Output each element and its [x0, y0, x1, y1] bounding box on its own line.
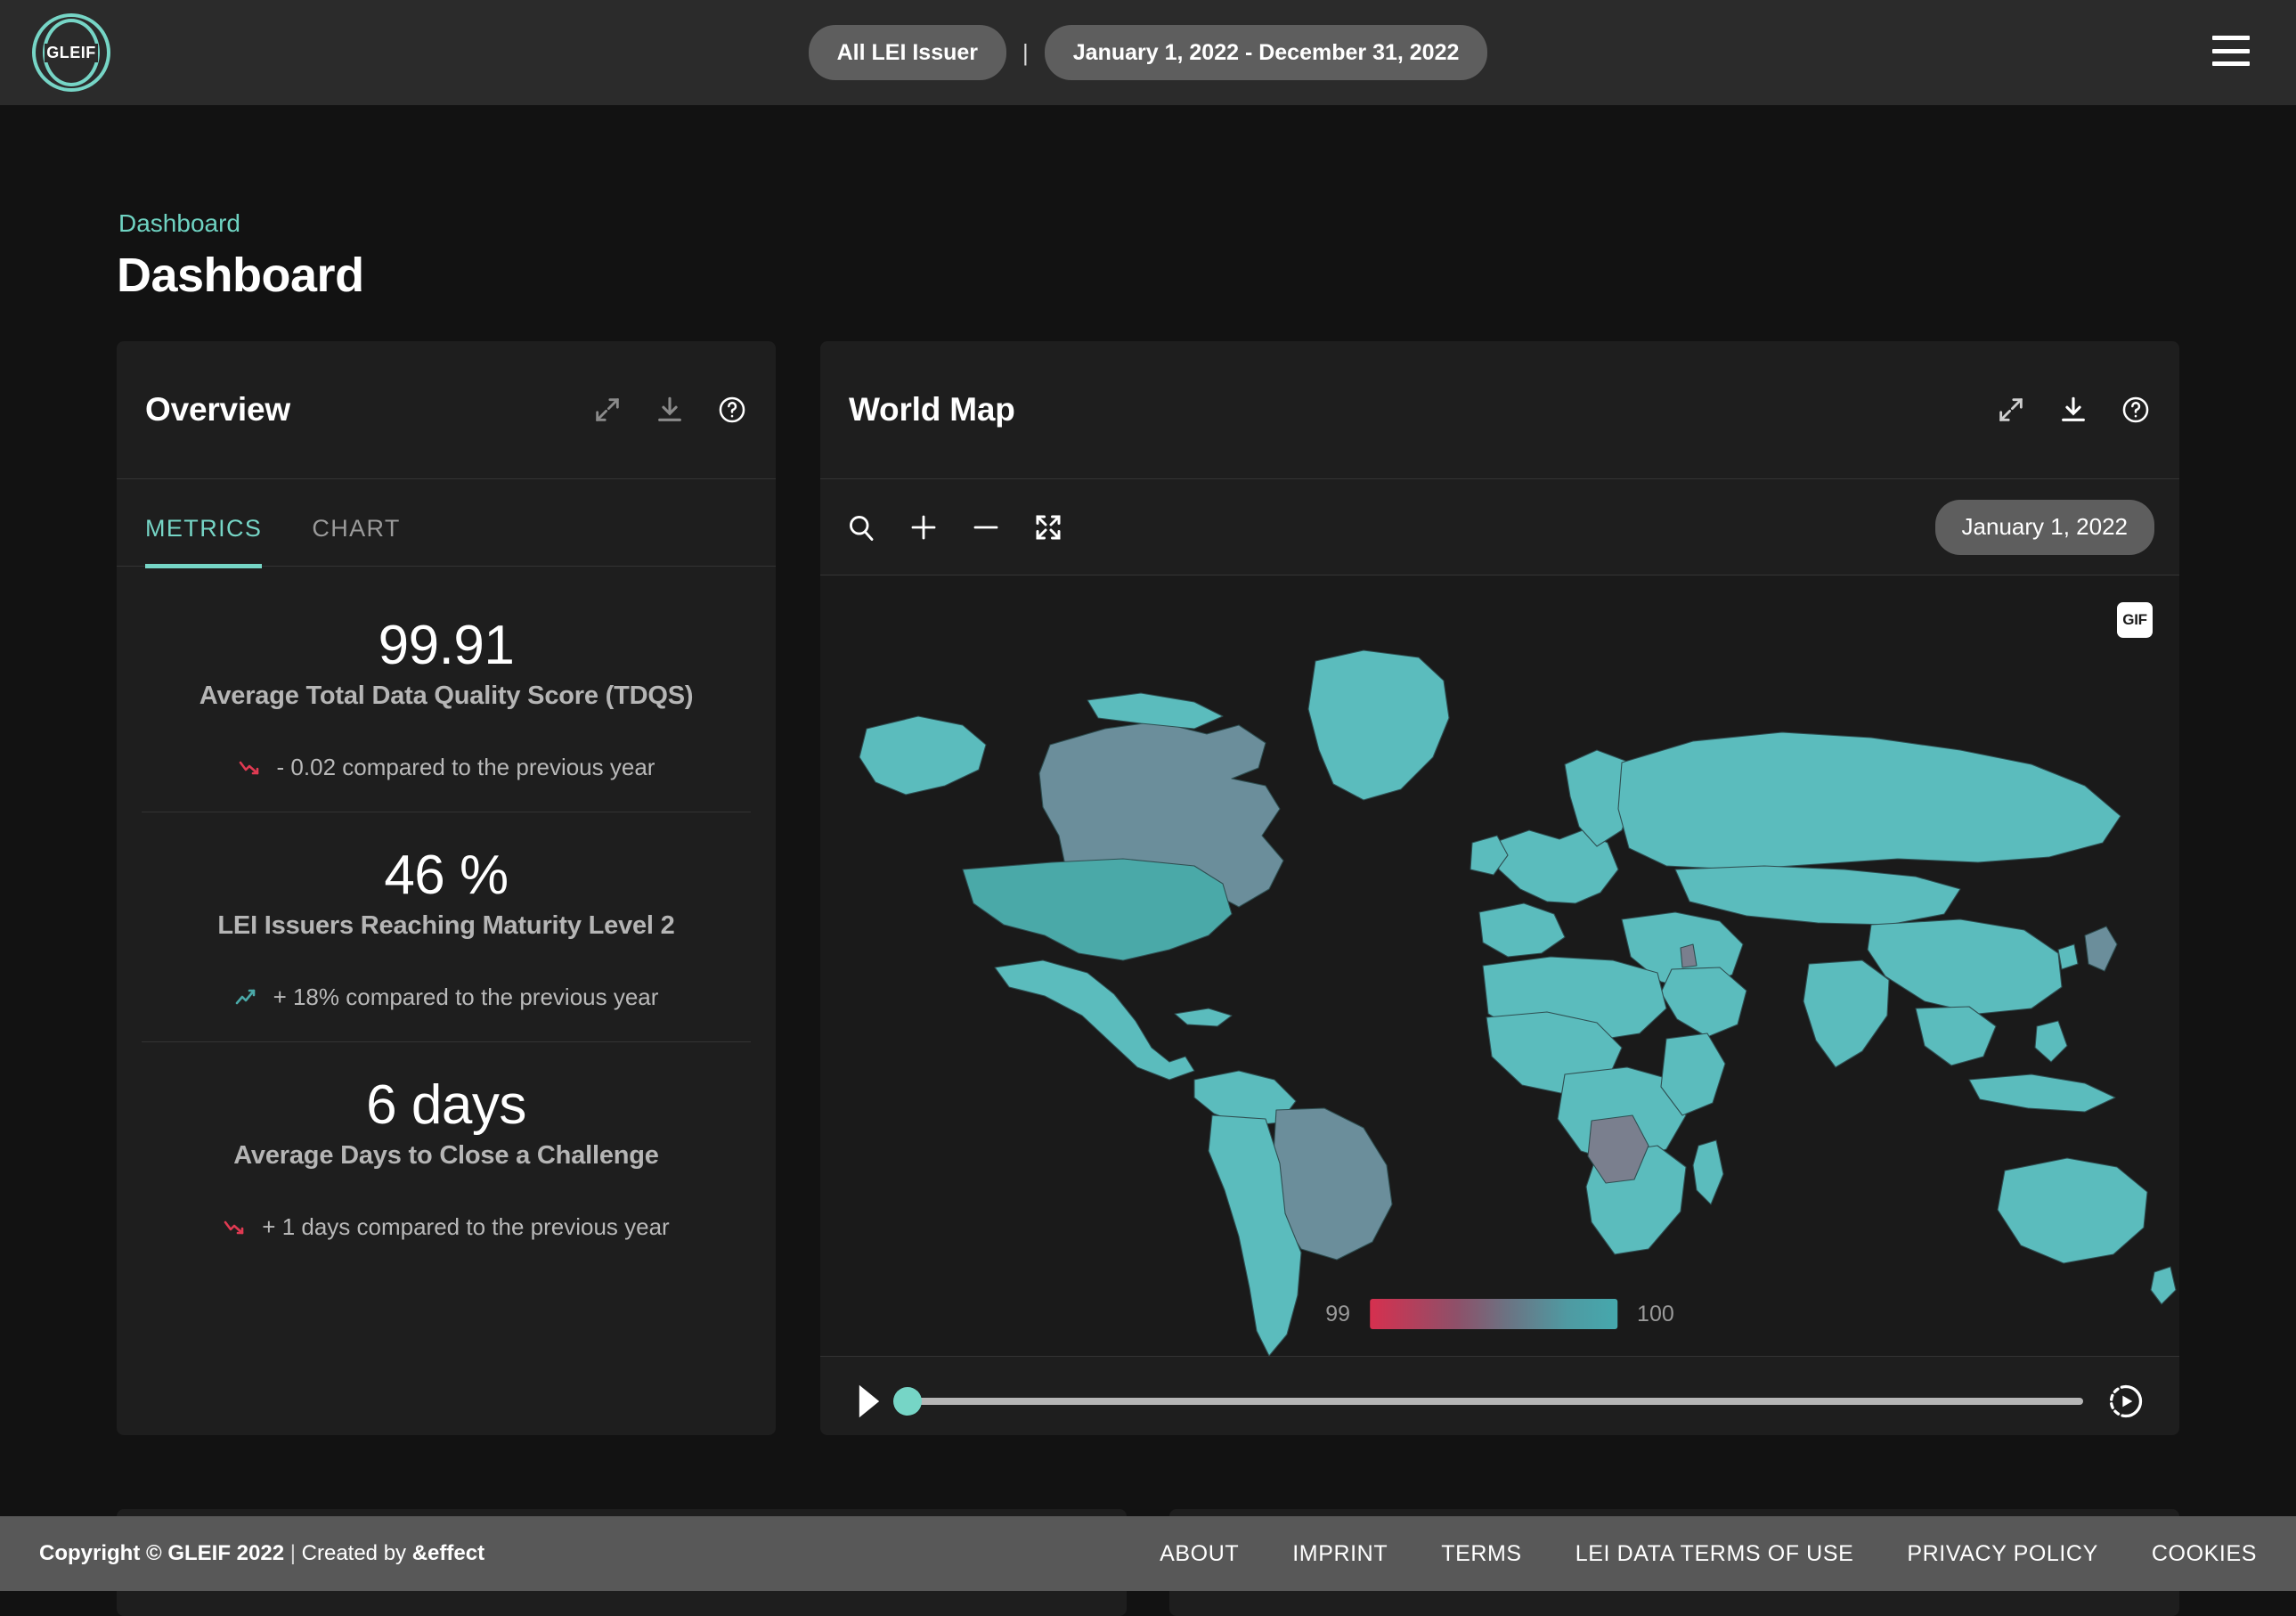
- metric-maturity-level-2: 46 % LEI Issuers Reaching Maturity Level…: [142, 812, 751, 1041]
- map-legend: 99 100: [1325, 1299, 1674, 1329]
- map-toolbar: January 1, 2022: [820, 479, 2179, 575]
- map-timeline-player: [820, 1356, 2179, 1435]
- overview-card-header: Overview: [117, 341, 776, 479]
- metric-value: 99.91: [152, 616, 740, 674]
- legend-min-label: 99: [1325, 1302, 1350, 1327]
- overview-tabs: METRICS CHART: [117, 479, 776, 567]
- legend-max-label: 100: [1637, 1302, 1674, 1327]
- overview-metrics-list: 99.91 Average Total Data Quality Score (…: [117, 567, 776, 1271]
- map-date-pill[interactable]: January 1, 2022: [1935, 500, 2154, 555]
- timeline-slider-handle[interactable]: [893, 1387, 922, 1416]
- world-map-choropleth[interactable]: [820, 575, 2179, 1356]
- country-madagascar: [1693, 1140, 1723, 1204]
- world-map-card-header: World Map: [820, 341, 2179, 479]
- country-canada-islands: [1087, 693, 1223, 729]
- metric-delta: + 18% compared to the previous year: [152, 983, 740, 1011]
- download-icon[interactable]: [2058, 395, 2088, 425]
- footer-link-lei-data-terms[interactable]: LEI DATA TERMS OF USE: [1575, 1541, 1854, 1567]
- region-southeast-asia: [1916, 1007, 1996, 1065]
- trend-down-icon: [223, 1217, 249, 1238]
- region-caribbean: [1175, 1008, 1232, 1026]
- tab-chart[interactable]: CHART: [312, 515, 401, 568]
- country-japan: [2085, 926, 2117, 971]
- country-mexico: [995, 960, 1194, 1080]
- overview-card: Overview METRICS CHART 99.91 Average Tot…: [117, 341, 776, 1435]
- overview-header-actions: [592, 395, 747, 425]
- playback-speed-icon[interactable]: [2106, 1382, 2145, 1421]
- tab-metrics[interactable]: METRICS: [145, 515, 262, 568]
- country-greenland: [1308, 650, 1449, 800]
- country-iberia-france: [1479, 903, 1565, 957]
- timeline-slider[interactable]: [908, 1398, 2083, 1405]
- help-icon[interactable]: [2121, 395, 2151, 425]
- region-korea: [2058, 944, 2078, 969]
- play-icon[interactable]: [854, 1383, 884, 1420]
- country-saudi-arabia: [1661, 967, 1746, 1037]
- country-russia: [1618, 732, 2121, 869]
- metric-delta-text: + 1 days compared to the previous year: [262, 1213, 669, 1241]
- footer-link-about[interactable]: ABOUT: [1160, 1541, 1239, 1567]
- zoom-in-icon[interactable]: [908, 511, 940, 543]
- country-australia: [1998, 1158, 2147, 1263]
- metric-value: 6 days: [152, 1076, 740, 1134]
- country-china: [1868, 919, 2062, 1014]
- overview-title: Overview: [145, 391, 592, 428]
- metric-tdqs: 99.91 Average Total Data Quality Score (…: [117, 583, 776, 812]
- search-icon[interactable]: [845, 511, 877, 543]
- help-icon[interactable]: [717, 395, 747, 425]
- expand-icon[interactable]: [1996, 395, 2026, 425]
- footer-links: ABOUT IMPRINT TERMS LEI DATA TERMS OF US…: [1160, 1541, 2257, 1567]
- footer-link-cookies[interactable]: COOKIES: [2152, 1541, 2257, 1567]
- footer-brand[interactable]: &effect: [412, 1541, 484, 1565]
- breadcrumb[interactable]: Dashboard: [118, 209, 240, 238]
- top-filters: All LEI Issuer | January 1, 2022 - Decem…: [0, 0, 2296, 105]
- metric-label: LEI Issuers Reaching Maturity Level 2: [152, 911, 740, 941]
- world-map-canvas[interactable]: GIF: [820, 575, 2179, 1356]
- hamburger-menu-icon[interactable]: [2212, 36, 2250, 66]
- date-range-button[interactable]: January 1, 2022 - December 31, 2022: [1045, 25, 1488, 80]
- top-navigation-bar: GLEIF All LEI Issuer | January 1, 2022 -…: [0, 0, 2296, 105]
- metric-label: Average Total Data Quality Score (TDQS): [152, 681, 740, 711]
- filter-separator: |: [1022, 39, 1029, 67]
- expand-icon[interactable]: [592, 395, 623, 425]
- issuer-filter-button[interactable]: All LEI Issuer: [809, 25, 1006, 80]
- world-map-title: World Map: [849, 391, 1996, 428]
- page-footer: Copyright © GLEIF 2022 | Created by &eff…: [0, 1516, 2296, 1591]
- metric-delta: + 1 days compared to the previous year: [152, 1213, 740, 1241]
- world-map-card: World Map: [820, 341, 2179, 1435]
- metric-days-to-close-challenge: 6 days Average Days to Close a Challenge…: [142, 1041, 751, 1271]
- footer-copyright-credit: Created by: [302, 1541, 412, 1565]
- footer-link-privacy-policy[interactable]: PRIVACY POLICY: [1907, 1541, 2098, 1567]
- world-map-header-actions: [1996, 395, 2151, 425]
- download-icon[interactable]: [655, 395, 685, 425]
- footer-copyright-separator: |: [284, 1541, 302, 1565]
- country-new-zealand: [2151, 1267, 2176, 1304]
- country-philippines: [2035, 1021, 2067, 1062]
- logo-text: GLEIF: [45, 44, 98, 62]
- metric-delta-text: - 0.02 compared to the previous year: [277, 754, 655, 781]
- trend-up-icon: [234, 987, 261, 1008]
- legend-gradient-bar: [1370, 1299, 1617, 1329]
- region-central-asia: [1675, 866, 1960, 925]
- zoom-out-icon[interactable]: [970, 511, 1002, 543]
- metric-value: 46 %: [152, 846, 740, 904]
- metric-label: Average Days to Close a Challenge: [152, 1141, 740, 1171]
- country-india: [1803, 960, 1889, 1067]
- region-indonesia: [1969, 1074, 2115, 1112]
- metric-delta: - 0.02 compared to the previous year: [152, 754, 740, 781]
- footer-copyright-bold: Copyright © GLEIF 2022: [39, 1541, 284, 1565]
- metric-delta-text: + 18% compared to the previous year: [273, 983, 659, 1011]
- footer-link-terms[interactable]: TERMS: [1441, 1541, 1522, 1567]
- country-alaska: [859, 716, 986, 795]
- footer-link-imprint[interactable]: IMPRINT: [1292, 1541, 1388, 1567]
- fullscreen-icon[interactable]: [1032, 511, 1064, 543]
- country-united-states: [963, 859, 1232, 960]
- footer-copyright: Copyright © GLEIF 2022 | Created by &eff…: [39, 1541, 484, 1566]
- trend-down-icon: [238, 757, 265, 779]
- page-title: Dashboard: [117, 248, 364, 303]
